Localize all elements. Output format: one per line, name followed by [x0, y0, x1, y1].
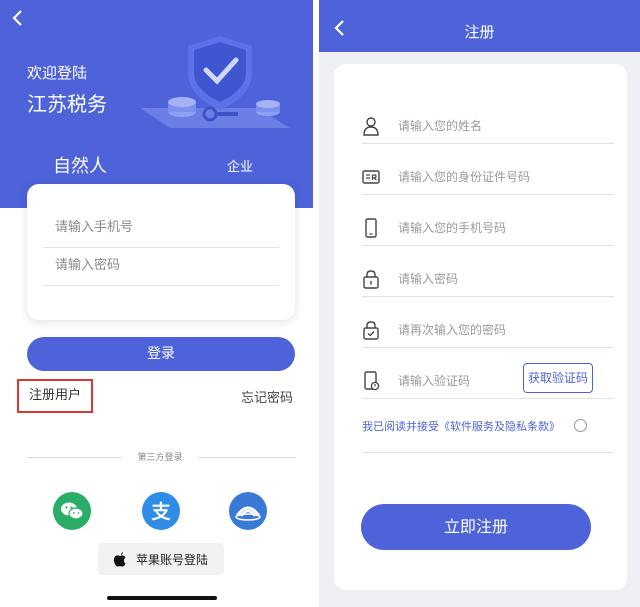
divider-line — [362, 452, 614, 453]
lock-icon — [363, 270, 379, 289]
user-icon — [363, 117, 379, 136]
svg-text:支: 支 — [150, 501, 171, 523]
id-number-placeholder: 请输入您的身份证件号码 — [398, 170, 531, 184]
phone-placeholder: 请输入您的手机号码 — [398, 221, 507, 235]
register-form-card: 请输入您的姓名 请输入您的身份证件号码 请输入您的手机号码 请输入密码 请再次输… — [334, 64, 627, 590]
agreement-text[interactable]: 我已阅读并接受《软件服务及隐私条款》 — [362, 418, 560, 434]
tianyi-login-button[interactable] — [229, 492, 267, 530]
login-screen: 欢迎登陆 江苏税务 自然人 企业 请输入手机号 请输入密码 登录 注册用户 忘记… — [0, 0, 313, 607]
register-now-button[interactable]: 立即注册 — [361, 504, 591, 550]
security-shield-illustration — [140, 36, 290, 128]
register-screen: 注册 请输入您的姓名 请输入您的身份证件号码 请输入您的手机号码 请输入密码 请… — [319, 0, 640, 607]
wechat-icon — [61, 502, 84, 520]
tab-natural-person[interactable]: 自然人 — [53, 152, 107, 178]
apple-icon — [113, 552, 126, 567]
welcome-text: 欢迎登陆 — [27, 64, 88, 82]
forgot-password-link[interactable]: 忘记密码 — [241, 387, 293, 406]
verify-code-icon — [364, 371, 380, 391]
back-arrow-icon[interactable] — [10, 8, 26, 28]
name-placeholder: 请输入您的姓名 — [398, 119, 483, 133]
apple-login-button[interactable]: 苹果账号登陆 — [98, 543, 224, 575]
login-button[interactable]: 登录 — [27, 337, 295, 371]
id-card-icon — [362, 170, 380, 184]
confirm-password-placeholder: 请再次输入您的密码 — [398, 323, 507, 337]
home-indicator — [107, 596, 217, 600]
phone-input[interactable]: 请输入手机号 — [43, 208, 279, 248]
password-placeholder: 请输入密码 — [398, 272, 459, 286]
divider-line — [27, 457, 121, 458]
page-title: 注册 — [464, 23, 495, 41]
alipay-login-button[interactable]: 支 — [142, 492, 180, 530]
verify-code-placeholder: 请输入验证码 — [398, 374, 471, 388]
lock-check-icon — [363, 321, 379, 340]
alipay-icon: 支 — [150, 501, 171, 523]
password-input[interactable]: 请输入密码 — [43, 246, 279, 286]
divider-line — [199, 457, 295, 458]
login-form-card: 请输入手机号 请输入密码 — [27, 184, 295, 320]
apple-login-label: 苹果账号登陆 — [136, 553, 209, 567]
brand-title: 江苏税务 — [27, 92, 107, 116]
agreement-radio[interactable] — [574, 419, 587, 432]
tab-enterprise[interactable]: 企业 — [227, 156, 253, 175]
register-user-link[interactable]: 注册用户 — [17, 379, 93, 413]
third-party-login-label: 第三方登录 — [137, 453, 183, 463]
get-verify-code-button[interactable]: 获取验证码 — [523, 363, 593, 393]
tianyi-icon — [235, 506, 261, 521]
password-field[interactable]: 请输入密码 — [362, 265, 614, 297]
name-field[interactable]: 请输入您的姓名 — [362, 112, 614, 144]
phone-field[interactable]: 请输入您的手机号码 — [362, 214, 614, 246]
login-header: 欢迎登陆 江苏税务 自然人 企业 — [0, 0, 313, 208]
id-number-field[interactable]: 请输入您的身份证件号码 — [362, 163, 614, 195]
register-nav-bar: 注册 — [319, 0, 640, 52]
confirm-password-field[interactable]: 请再次输入您的密码 — [362, 316, 614, 348]
wechat-login-button[interactable] — [53, 492, 91, 530]
phone-icon — [365, 218, 377, 238]
